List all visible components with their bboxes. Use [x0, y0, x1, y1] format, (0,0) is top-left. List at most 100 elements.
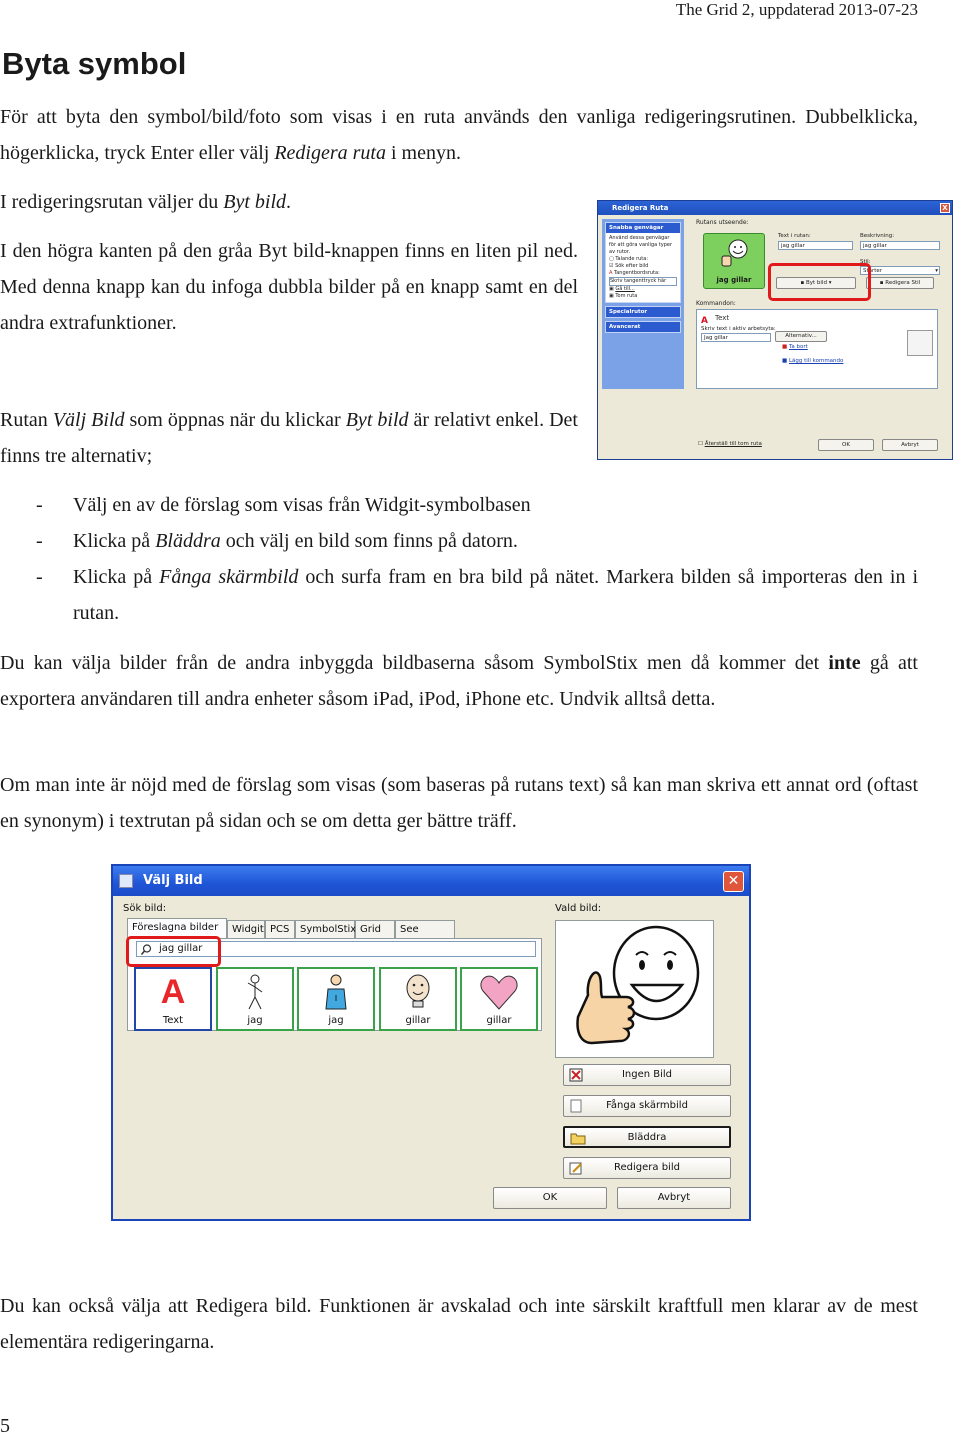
command-text-field[interactable]: Jag gillar — [701, 333, 771, 342]
fanga-skarmbild-button[interactable]: Fånga skärmbild — [563, 1095, 731, 1117]
paragraph-redigera-bild: Du kan också välja att Redigera bild. Fu… — [0, 1295, 918, 1353]
vald-bild-preview — [555, 920, 714, 1058]
svg-text:A: A — [161, 973, 186, 1007]
ga-till-link[interactable]: ▣ Gå till... — [609, 286, 677, 293]
panel-header: Specialrutor — [606, 307, 680, 317]
thumbnail-gillar-1[interactable]: gillar — [379, 967, 457, 1031]
thumbnail-caption: gillar — [405, 1015, 431, 1026]
thumbnail-caption: Text — [162, 1015, 184, 1026]
close-icon[interactable]: ✕ — [723, 871, 744, 892]
avbryt-button[interactable]: Avbryt — [617, 1187, 731, 1209]
sok-bild-checkbox[interactable]: ☑ Sök efter bild — [609, 263, 677, 270]
paragraph-synonym: Om man inte är nöjd med de förslag som v… — [0, 774, 918, 832]
ok-button[interactable]: OK — [493, 1187, 607, 1209]
keyboard-icon: A — [609, 270, 613, 276]
stil-select[interactable]: Starter ▾ — [860, 266, 940, 275]
command-title: Text — [715, 314, 730, 322]
rutans-utseende-label: Rutans utseende: — [696, 219, 749, 226]
valj-bild-screenshot: Välj Bild ✕ Sök bild: Vald bild: Föresla… — [111, 864, 751, 1221]
redigera-bild-button[interactable]: Redigera bild — [563, 1157, 731, 1179]
tangenttryck-field[interactable]: Skriv tangenttryck här — [609, 277, 677, 286]
kommandon-list: A Text Skriv text i aktiv arbetsyta: Jag… — [696, 309, 938, 389]
page-title: Byta symbol — [2, 46, 187, 81]
thumbnail-jag-2[interactable]: jag — [297, 967, 375, 1031]
panel-text: Använd dessa genvägar för att göra vanli… — [609, 235, 673, 255]
letter-a-icon: A — [161, 973, 186, 1007]
panel-specialrutor[interactable]: Specialrutor — [605, 306, 681, 318]
redigera-stil-button[interactable]: ▪ Redigera Stil — [866, 277, 934, 289]
capture-icon — [569, 1099, 583, 1113]
lagg-till-kommando-link[interactable]: ■ Lägg till kommando — [782, 358, 843, 364]
goto-icon: ▣ — [609, 286, 614, 292]
talande-ruta-link[interactable]: ▢ Talande ruta: — [609, 256, 677, 263]
text-command-icon: A — [701, 316, 708, 326]
cell-preview: jag gillar — [703, 233, 765, 289]
beskrivning-field[interactable]: jag gillar — [860, 241, 940, 250]
paragraph-valj-bild: Rutan Välj Bild som öppnas när du klicka… — [0, 409, 578, 467]
kommandon-label: Kommandon: — [696, 300, 736, 307]
window-icon — [119, 874, 133, 888]
alternativ-button[interactable]: Alternativ... — [775, 331, 827, 342]
tab-see-sense[interactable]: See Sense — [395, 920, 455, 952]
tab-symbolstix[interactable]: SymbolStix — [295, 920, 356, 938]
highlight-search — [126, 936, 221, 967]
empty-icon: ▣ — [609, 293, 614, 299]
chevron-down-icon: ▾ — [935, 268, 938, 274]
vald-bild-label: Vald bild: — [555, 903, 602, 914]
ta-bort-link[interactable]: ■ Ta bort — [782, 344, 808, 350]
beskrivning-label: Beskrivning: — [860, 233, 895, 239]
speaker-icon: ▢ — [609, 256, 614, 262]
folder-icon — [570, 1131, 586, 1145]
edit-image-icon — [569, 1161, 583, 1175]
bladdra-button[interactable]: Bläddra — [563, 1126, 731, 1148]
window-title: Välj Bild — [143, 873, 203, 888]
list-item: - Klicka på Fånga skärmbild och surfa fra… — [36, 566, 919, 624]
highlight-byt-bild — [768, 263, 871, 301]
smiling-face-icon — [406, 974, 430, 1008]
panel-header[interactable]: Snabba genvägar — [606, 223, 680, 233]
style-icon: ▪ — [879, 280, 884, 286]
tangentbord-link[interactable]: A Tangentbordsruta: — [609, 270, 677, 277]
text-field[interactable]: jag gillar — [778, 241, 853, 250]
person-self-icon — [325, 974, 347, 1010]
panel-avancerat[interactable]: Avancerat — [605, 321, 681, 333]
page-header: The Grid 2, uppdaterad 2013-07-23 — [675, 0, 918, 19]
avbryt-button[interactable]: Avbryt — [882, 439, 938, 451]
tab-grid2[interactable]: Grid 2 — [355, 920, 395, 952]
redigera-ruta-screenshot: Redigera Ruta X Snabba genvägar Använd d… — [597, 200, 953, 460]
command-subtitle: Skriv text i aktiv arbetsyta: — [701, 326, 776, 332]
close-icon[interactable]: X — [940, 203, 950, 213]
tab-widgit[interactable]: Widgit — [227, 920, 265, 938]
paragraph-intro: För att byta den symbol/bild/foto som vi… — [0, 106, 918, 164]
task-pane: Snabba genvägar Använd dessa genvägar fö… — [602, 219, 684, 389]
smiley-icon — [907, 330, 933, 356]
checkbox-icon: ☑ — [609, 263, 614, 269]
thumbnail-jag-1[interactable]: jag — [216, 967, 294, 1031]
cell-label: jag gillar — [716, 276, 752, 284]
thumbnail-text[interactable]: A Text — [134, 967, 212, 1031]
window-title: Redigera Ruta — [612, 204, 669, 212]
paragraph-pil-ned: I den högra kanten på den gråa Byt bild-… — [0, 240, 578, 334]
sok-bild-label: Sök bild: — [123, 903, 167, 914]
no-image-icon — [569, 1068, 583, 1082]
panel-header: Avancerat — [606, 322, 680, 332]
page-number: 5 — [0, 1415, 10, 1437]
thumbnail-gillar-2[interactable]: gillar — [460, 967, 538, 1031]
valj-bild-titlebar: Välj Bild ✕ — [113, 866, 749, 896]
ingen-bild-button[interactable]: Ingen Bild — [563, 1064, 731, 1086]
person-pointing-icon — [247, 974, 263, 1010]
panel-snabba-genvagar: Snabba genvägar Använd dessa genvägar fö… — [605, 222, 681, 303]
tab-foreslagna[interactable]: Föreslagna bilder — [127, 918, 227, 938]
heart-icon — [480, 975, 518, 1010]
paragraph-bildbaser: Du kan välja bilder från de andra inbygg… — [0, 652, 918, 710]
thumbnail-caption: gillar — [486, 1015, 512, 1026]
delete-icon: ■ — [782, 344, 788, 350]
thumbs-up-icon — [721, 239, 748, 267]
thumbnail-caption: jag — [328, 1015, 344, 1026]
tom-ruta-link[interactable]: ▣ Tom ruta — [609, 293, 677, 300]
redigera-ruta-titlebar: Redigera Ruta X — [598, 201, 952, 215]
thumbs-up-smiley-icon — [576, 925, 700, 1045]
tab-pcs[interactable]: PCS — [265, 920, 295, 938]
aterstall-checkbox[interactable]: ☐ Återställ till tom ruta — [698, 441, 762, 447]
ok-button[interactable]: OK — [818, 439, 874, 451]
